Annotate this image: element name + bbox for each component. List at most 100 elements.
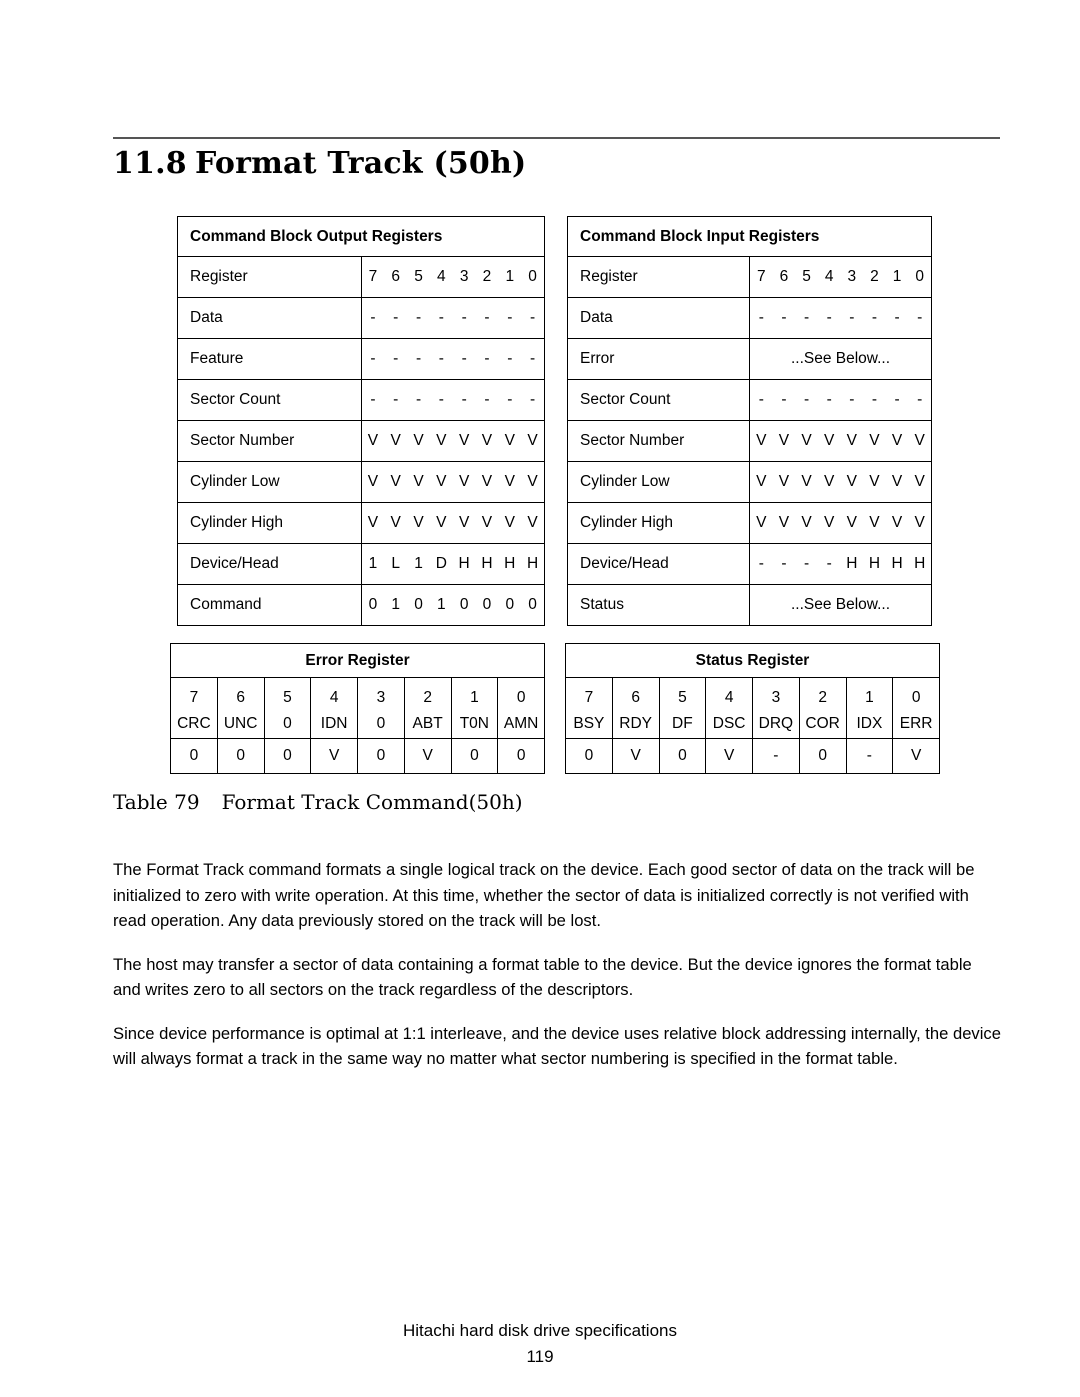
error-register-bit-value-row: 000V0V00 <box>170 738 545 774</box>
bit-number: 4 <box>724 689 734 706</box>
register-name: Feature <box>177 338 362 380</box>
bit-value: - <box>917 391 923 408</box>
bit-value: 1 <box>414 555 423 572</box>
bit-value: 1 <box>391 596 401 613</box>
bit-value: V <box>869 432 880 449</box>
bit-value: V <box>914 473 925 490</box>
bit-label-cell: 6 RDY <box>611 677 660 739</box>
bit-value: V <box>504 514 515 531</box>
bit-label-cell: 0 AMN <box>497 677 545 739</box>
bit-value: - <box>781 555 787 572</box>
bit-label-cell: 3 DRQ <box>752 677 800 739</box>
bit-value: V <box>481 514 493 531</box>
status-register-header-row: Status Register <box>565 643 940 678</box>
bit-value: - <box>484 309 490 326</box>
paragraph-3: Since device performance is optimal at 1… <box>113 1023 1001 1069</box>
bit-value: V <box>367 514 379 531</box>
bit-value: - <box>461 391 467 408</box>
bit-value: - <box>803 309 810 326</box>
register-name: Device/Head <box>567 543 750 585</box>
register-bits: VVVVVVVV <box>749 502 932 544</box>
register-name: Data <box>567 297 750 339</box>
table-row: Data - - - - - - - - <box>567 297 932 339</box>
bit-value: - <box>871 309 878 326</box>
input-registers-bit-header-label: Register <box>567 256 750 298</box>
register-name: Status <box>567 584 750 626</box>
register-bits: -------- <box>360 297 545 339</box>
bit-name: CRC <box>177 714 211 732</box>
bit-value: - <box>461 350 467 367</box>
register-name: Sector Number <box>567 420 750 462</box>
bit-value: - <box>530 350 536 367</box>
bit-label-cell: 0 ERR <box>892 677 940 739</box>
bit-value: - <box>415 350 422 367</box>
output-registers-bit-numbers: 76543210 <box>360 256 545 298</box>
bit-name: BSY <box>573 714 605 732</box>
bit-value: H <box>914 555 926 572</box>
bit-value: V <box>869 473 880 490</box>
register-name: Sector Count <box>567 379 750 421</box>
bit-value: V <box>756 514 767 531</box>
table-row: Cylinder Low V V V V V V V V <box>567 461 932 503</box>
table-row: Command 0 1 0 1 0 0 0 0 <box>177 584 545 626</box>
status-register-body: Status Register 7 BSY 6 RDY 5 DF 4 DSC 3 DRQ 2 COR 1 I… <box>565 643 940 774</box>
header-rule <box>113 137 1000 139</box>
bit-number: 3 <box>376 689 386 706</box>
bit-value: V <box>846 514 857 531</box>
command-block-input-registers-table: Command Block Input Registers Register 7 6 5… <box>567 216 932 626</box>
caption-label: Table 79 <box>113 790 200 814</box>
bit-value: V <box>801 432 812 449</box>
bit-number: 0 <box>911 689 921 706</box>
bit-name: T0N <box>459 714 490 732</box>
bit-value: - <box>415 309 422 326</box>
input-registers-header: Command Block Input Registers <box>567 216 932 257</box>
bit-value: V <box>413 514 424 531</box>
bit-value: V <box>891 514 903 531</box>
bit-value: V <box>504 473 515 490</box>
bit-name: RDY <box>619 714 652 732</box>
bit-number: 2 <box>818 689 827 706</box>
bit-label-cell: 7 CRC <box>170 677 218 739</box>
status-register-header: Status Register <box>565 643 940 678</box>
bit-value: H <box>481 555 493 572</box>
bit-value: V <box>390 514 401 531</box>
bit-value: - <box>849 309 855 326</box>
bit-value: V <box>367 432 379 449</box>
bit-name: ABT <box>412 714 443 732</box>
bit-value: V <box>778 432 790 449</box>
bit-value: - <box>894 391 900 408</box>
bit-number: 5 <box>414 268 423 285</box>
bit-value: V <box>778 473 790 490</box>
bit-value: V <box>824 432 835 449</box>
footer-line-1: Hitachi hard disk drive specifications <box>402 1321 677 1340</box>
bit-value: - <box>917 309 923 326</box>
bit-value: V <box>413 432 424 449</box>
bit-value: - <box>826 555 832 572</box>
bit-value: 0 <box>482 596 492 613</box>
bit-number: 0 <box>528 268 537 285</box>
bit-value: - <box>752 738 800 774</box>
command-block-output-registers-table: Command Block Output Registers Register 7 6… <box>177 216 545 626</box>
bit-label-cell: 2 ABT <box>403 677 452 739</box>
bit-value: H <box>526 555 539 572</box>
bit-value: - <box>758 391 764 408</box>
bit-value: 0 <box>357 738 405 774</box>
error-register-header-row: Error Register <box>170 643 545 678</box>
bit-label-cell: 1 IDX <box>845 677 894 739</box>
bit-value: V <box>801 473 812 490</box>
bit-value: V <box>413 473 424 490</box>
bit-value: H <box>846 555 858 572</box>
bit-value: - <box>826 391 832 408</box>
table-row: Sector Number V V V V V V V V <box>567 420 932 462</box>
bit-value: V <box>458 514 470 531</box>
bit-number: 6 <box>391 268 401 285</box>
register-bits: 01010000 <box>360 584 545 626</box>
bit-number: 6 <box>631 689 640 706</box>
register-bits: -------- <box>749 379 932 421</box>
register-name: Data <box>177 297 362 339</box>
bit-value: - <box>484 391 490 408</box>
table-caption: Table 79 Format Track Command(50h) <box>113 790 523 814</box>
bit-value: V <box>527 514 538 531</box>
bit-value: V <box>756 432 767 449</box>
bit-value: - <box>438 350 444 367</box>
